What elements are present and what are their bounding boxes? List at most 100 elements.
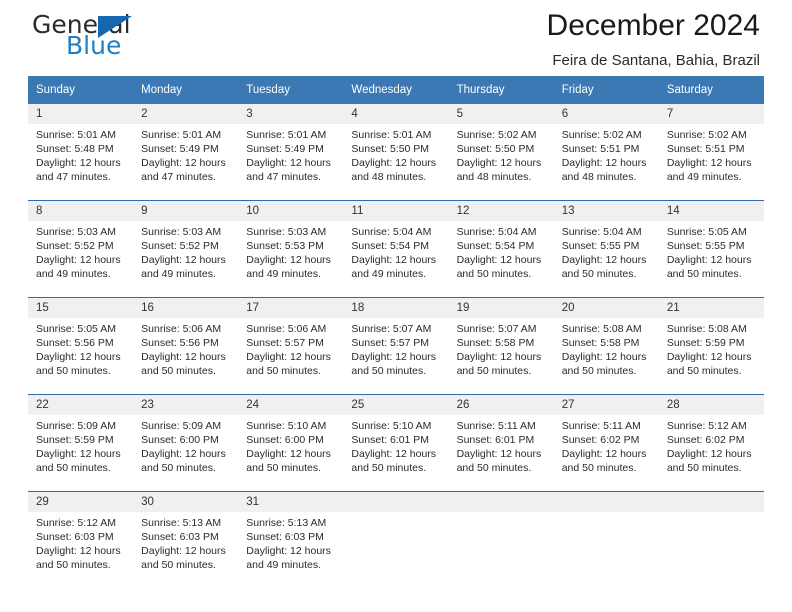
sunrise-text: Sunrise: 5:03 AM bbox=[246, 226, 327, 238]
daylight-text-line1: Daylight: 12 hours bbox=[456, 351, 542, 363]
sunrise-text: Sunrise: 5:01 AM bbox=[246, 129, 327, 141]
day-details: Sunrise: 5:08 AM Sunset: 5:59 PM Dayligh… bbox=[659, 318, 764, 394]
daylight-text-line1: Daylight: 12 hours bbox=[456, 448, 542, 460]
daylight-text-line1: Daylight: 12 hours bbox=[246, 351, 331, 363]
day-number: 30 bbox=[133, 492, 239, 512]
sunrise-text: Sunrise: 5:01 AM bbox=[351, 129, 432, 141]
daylight-text-line2: and 50 minutes. bbox=[351, 365, 427, 377]
day-details bbox=[449, 512, 554, 588]
sunset-text: Sunset: 5:50 PM bbox=[456, 143, 535, 155]
day-cell[interactable]: 14 Sunrise: 5:05 AM Sunset: 5:55 PM Dayl… bbox=[658, 200, 764, 298]
day-cell[interactable]: 21 Sunrise: 5:08 AM Sunset: 5:59 PM Dayl… bbox=[658, 297, 764, 395]
daylight-text-line1: Daylight: 12 hours bbox=[561, 351, 647, 363]
sunrise-text: Sunrise: 5:05 AM bbox=[666, 226, 747, 238]
daylight-text-line2: and 50 minutes. bbox=[666, 268, 742, 280]
weekday-header-monday: Monday bbox=[133, 76, 239, 104]
day-details: Sunrise: 5:01 AM Sunset: 5:48 PM Dayligh… bbox=[28, 124, 133, 200]
sunrise-text: Sunrise: 5:13 AM bbox=[141, 517, 222, 529]
day-cell[interactable]: 7 Sunrise: 5:02 AM Sunset: 5:51 PM Dayli… bbox=[658, 104, 764, 201]
sunrise-text: Sunrise: 5:04 AM bbox=[456, 226, 537, 238]
day-cell[interactable]: 26 Sunrise: 5:11 AM Sunset: 6:01 PM Dayl… bbox=[448, 394, 554, 492]
day-cell[interactable]: 31 Sunrise: 5:13 AM Sunset: 6:03 PM Dayl… bbox=[238, 491, 344, 588]
sunset-text: Sunset: 5:48 PM bbox=[36, 143, 114, 155]
day-number: 13 bbox=[553, 201, 659, 221]
day-cell[interactable]: 30 Sunrise: 5:13 AM Sunset: 6:03 PM Dayl… bbox=[133, 491, 239, 588]
sunset-text: Sunset: 5:59 PM bbox=[36, 434, 114, 446]
day-cell[interactable]: 18 Sunrise: 5:07 AM Sunset: 5:57 PM Dayl… bbox=[343, 297, 449, 395]
daylight-text-line2: and 50 minutes. bbox=[36, 559, 111, 571]
day-details: Sunrise: 5:05 AM Sunset: 5:55 PM Dayligh… bbox=[659, 221, 764, 297]
daylight-text-line2: and 50 minutes. bbox=[561, 365, 637, 377]
daylight-text-line2: and 50 minutes. bbox=[141, 365, 216, 377]
day-cell[interactable]: 25 Sunrise: 5:10 AM Sunset: 6:01 PM Dayl… bbox=[343, 394, 449, 492]
daylight-text-line1: Daylight: 12 hours bbox=[141, 351, 226, 363]
sunset-text: Sunset: 5:57 PM bbox=[246, 337, 324, 349]
day-details: Sunrise: 5:09 AM Sunset: 5:59 PM Dayligh… bbox=[28, 415, 133, 491]
day-cell[interactable]: 12 Sunrise: 5:04 AM Sunset: 5:54 PM Dayl… bbox=[448, 200, 554, 298]
day-cell[interactable]: 17 Sunrise: 5:06 AM Sunset: 5:57 PM Dayl… bbox=[238, 297, 344, 395]
daylight-text-line2: and 50 minutes. bbox=[246, 462, 321, 474]
day-cell[interactable]: 5 Sunrise: 5:02 AM Sunset: 5:50 PM Dayli… bbox=[448, 104, 554, 201]
day-cell[interactable]: 11 Sunrise: 5:04 AM Sunset: 5:54 PM Dayl… bbox=[343, 200, 449, 298]
day-cell[interactable]: 2 Sunrise: 5:01 AM Sunset: 5:49 PM Dayli… bbox=[133, 104, 239, 201]
day-number: 31 bbox=[238, 492, 344, 512]
day-number: 18 bbox=[343, 298, 449, 318]
week-row: 1 Sunrise: 5:01 AM Sunset: 5:48 PM Dayli… bbox=[28, 104, 764, 201]
sunset-text: Sunset: 5:50 PM bbox=[351, 143, 430, 155]
day-cell[interactable]: 13 Sunrise: 5:04 AM Sunset: 5:55 PM Dayl… bbox=[553, 200, 659, 298]
daylight-text-line2: and 50 minutes. bbox=[561, 462, 637, 474]
day-cell[interactable]: 19 Sunrise: 5:07 AM Sunset: 5:58 PM Dayl… bbox=[448, 297, 554, 395]
day-number: 4 bbox=[343, 104, 449, 124]
week-row: 22 Sunrise: 5:09 AM Sunset: 5:59 PM Dayl… bbox=[28, 394, 764, 492]
day-cell[interactable]: 16 Sunrise: 5:06 AM Sunset: 5:56 PM Dayl… bbox=[133, 297, 239, 395]
weekday-header-sunday: Sunday bbox=[28, 76, 134, 104]
sunset-text: Sunset: 5:51 PM bbox=[666, 143, 745, 155]
daylight-text-line1: Daylight: 12 hours bbox=[246, 545, 331, 557]
daylight-text-line2: and 49 minutes. bbox=[351, 268, 427, 280]
daylight-text-line1: Daylight: 12 hours bbox=[141, 157, 226, 169]
daylight-text-line1: Daylight: 12 hours bbox=[561, 157, 647, 169]
daylight-text-line2: and 50 minutes. bbox=[666, 462, 742, 474]
day-cell[interactable]: 23 Sunrise: 5:09 AM Sunset: 6:00 PM Dayl… bbox=[133, 394, 239, 492]
day-number: 20 bbox=[553, 298, 659, 318]
day-number: 23 bbox=[133, 395, 239, 415]
day-cell[interactable]: 10 Sunrise: 5:03 AM Sunset: 5:53 PM Dayl… bbox=[238, 200, 344, 298]
day-cell[interactable]: 24 Sunrise: 5:10 AM Sunset: 6:00 PM Dayl… bbox=[238, 394, 344, 492]
sunrise-text: Sunrise: 5:02 AM bbox=[666, 129, 747, 141]
day-cell[interactable]: 28 Sunrise: 5:12 AM Sunset: 6:02 PM Dayl… bbox=[658, 394, 764, 492]
daylight-text-line2: and 49 minutes. bbox=[666, 171, 742, 183]
day-cell[interactable]: 22 Sunrise: 5:09 AM Sunset: 5:59 PM Dayl… bbox=[28, 394, 134, 492]
day-details: Sunrise: 5:04 AM Sunset: 5:54 PM Dayligh… bbox=[449, 221, 554, 297]
sunrise-text: Sunrise: 5:01 AM bbox=[36, 129, 116, 141]
daylight-text-line2: and 50 minutes. bbox=[456, 365, 532, 377]
daylight-text-line1: Daylight: 12 hours bbox=[666, 254, 752, 266]
sunset-text: Sunset: 6:02 PM bbox=[561, 434, 640, 446]
day-number: 29 bbox=[28, 492, 134, 512]
day-details: Sunrise: 5:07 AM Sunset: 5:58 PM Dayligh… bbox=[449, 318, 554, 394]
day-number: 21 bbox=[658, 298, 764, 318]
day-cell[interactable]: 20 Sunrise: 5:08 AM Sunset: 5:58 PM Dayl… bbox=[553, 297, 659, 395]
generalblue-logo[interactable]: General Blue bbox=[32, 12, 222, 66]
day-cell[interactable]: 27 Sunrise: 5:11 AM Sunset: 6:02 PM Dayl… bbox=[553, 394, 659, 492]
daylight-text-line2: and 49 minutes. bbox=[246, 268, 321, 280]
sunrise-text: Sunrise: 5:04 AM bbox=[351, 226, 432, 238]
daylight-text-line1: Daylight: 12 hours bbox=[141, 254, 226, 266]
day-cell[interactable]: 8 Sunrise: 5:03 AM Sunset: 5:52 PM Dayli… bbox=[28, 200, 134, 298]
daylight-text-line2: and 48 minutes. bbox=[456, 171, 532, 183]
day-cell[interactable]: 1 Sunrise: 5:01 AM Sunset: 5:48 PM Dayli… bbox=[28, 104, 134, 201]
sunrise-text: Sunrise: 5:06 AM bbox=[246, 323, 327, 335]
weekday-header-friday: Friday bbox=[553, 76, 659, 104]
day-cell[interactable]: 6 Sunrise: 5:02 AM Sunset: 5:51 PM Dayli… bbox=[553, 104, 659, 201]
day-cell[interactable]: 29 Sunrise: 5:12 AM Sunset: 6:03 PM Dayl… bbox=[28, 491, 134, 588]
daylight-text-line2: and 49 minutes. bbox=[36, 268, 111, 280]
day-cell[interactable]: 9 Sunrise: 5:03 AM Sunset: 5:52 PM Dayli… bbox=[133, 200, 239, 298]
sunset-text: Sunset: 5:58 PM bbox=[561, 337, 640, 349]
day-details: Sunrise: 5:12 AM Sunset: 6:03 PM Dayligh… bbox=[28, 512, 133, 588]
day-number: 1 bbox=[28, 104, 134, 124]
sunset-text: Sunset: 6:03 PM bbox=[141, 531, 219, 543]
day-cell[interactable]: 15 Sunrise: 5:05 AM Sunset: 5:56 PM Dayl… bbox=[28, 297, 134, 395]
sunset-text: Sunset: 5:52 PM bbox=[36, 240, 114, 252]
calendar-body: 1 Sunrise: 5:01 AM Sunset: 5:48 PM Dayli… bbox=[28, 104, 764, 588]
day-cell[interactable]: 4 Sunrise: 5:01 AM Sunset: 5:50 PM Dayli… bbox=[343, 104, 449, 201]
day-cell[interactable]: 3 Sunrise: 5:01 AM Sunset: 5:49 PM Dayli… bbox=[238, 104, 344, 201]
